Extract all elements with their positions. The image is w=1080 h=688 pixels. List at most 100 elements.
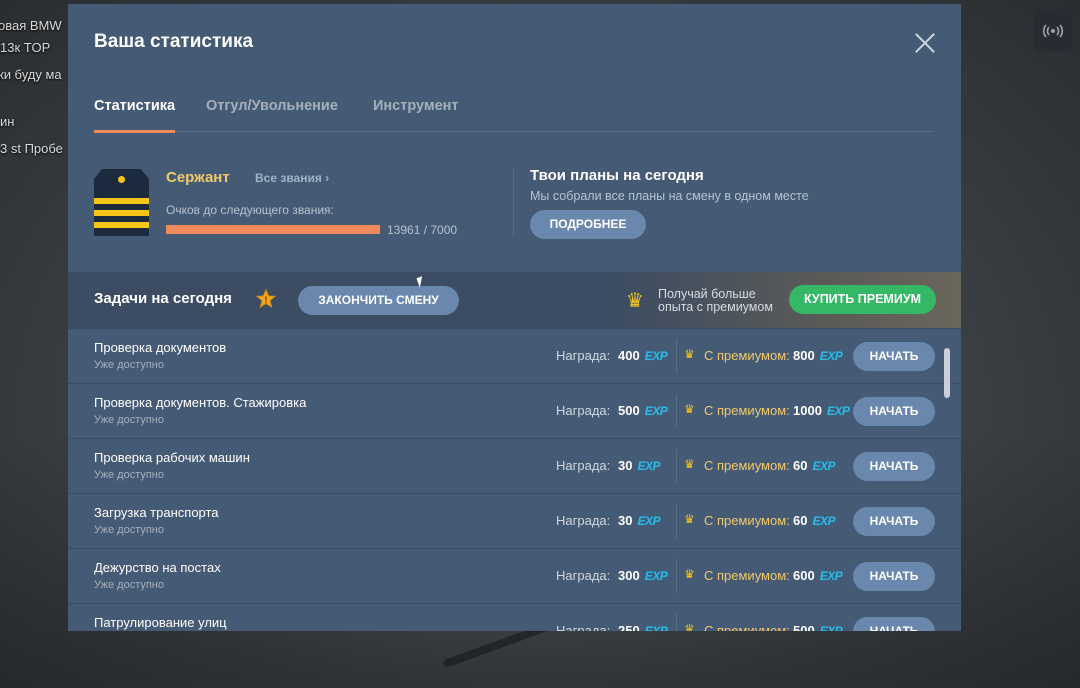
start-task-button[interactable]: НАЧАТЬ	[853, 452, 935, 481]
points-label: Очков до следующего звания:	[166, 203, 334, 217]
buy-premium-button[interactable]: КУПИТЬ ПРЕМИУМ	[789, 285, 936, 314]
tasks-header: Задачи на сегодня ! ЗАКОНЧИТЬ СМЕНУ ♛ По…	[68, 272, 961, 328]
reward-value: 30 EXP	[618, 513, 660, 528]
reward-label: Награда:	[556, 568, 611, 583]
premium-amount: 600	[793, 568, 815, 583]
tasks-title: Задачи на сегодня	[94, 290, 232, 307]
start-task-button[interactable]: НАЧАТЬ	[853, 342, 935, 371]
exp-icon: EXP	[644, 624, 668, 631]
exp-icon: EXP	[819, 569, 843, 583]
close-icon[interactable]	[914, 32, 936, 54]
plans-title: Твои планы на сегодня	[530, 167, 704, 184]
all-ranks-link[interactable]: Все звания ›	[255, 171, 329, 185]
details-button[interactable]: ПОДРОБНЕЕ	[530, 210, 646, 239]
reward-value: 250 EXP	[618, 623, 668, 631]
task-row: Проверка документов Уже доступно Награда: 4…	[68, 328, 961, 383]
premium-amount: 800	[793, 348, 815, 363]
reward-amount: 30	[618, 458, 633, 473]
start-task-button[interactable]: НАЧАТЬ	[853, 507, 935, 536]
chat-line: 13к TOP	[0, 40, 51, 55]
task-row: Проверка документов. Стажировка Уже досту…	[68, 383, 961, 438]
crown-icon: ♛	[684, 457, 695, 471]
row-divider	[676, 504, 677, 538]
task-name: Загрузка транспорта	[94, 505, 219, 520]
task-row: Дежурство на постах Уже доступно Награда: 3…	[68, 548, 961, 603]
premium-amount: 500	[793, 623, 815, 631]
reward-amount: 30	[618, 513, 633, 528]
chat-line: 3 st Пробе	[0, 141, 63, 156]
exp-icon: EXP	[644, 349, 668, 363]
premium-label: С премиумом:	[704, 623, 790, 631]
crown-icon: ♛	[684, 512, 695, 526]
premium-value: 800 EXP	[793, 348, 843, 363]
row-divider	[676, 614, 677, 631]
premium-label: С премиумом:	[704, 458, 790, 473]
task-row: Загрузка транспорта Уже доступно Награда: 3…	[68, 493, 961, 548]
reward-amount: 300	[618, 568, 640, 583]
exp-icon: EXP	[819, 349, 843, 363]
row-divider	[676, 449, 677, 483]
task-name: Проверка документов. Стажировка	[94, 395, 307, 410]
rank-progress-text: 13961 / 7000	[387, 223, 458, 237]
exp-icon: EXP	[812, 514, 835, 528]
exp-icon: EXP	[826, 404, 850, 418]
task-row: Проверка рабочих машин Уже доступно Наград…	[68, 438, 961, 493]
chat-line: ки буду ма	[0, 67, 62, 82]
premium-label: С премиумом:	[704, 568, 790, 583]
start-task-button[interactable]: НАЧАТЬ	[853, 397, 935, 426]
reward-amount: 500	[618, 403, 640, 418]
reward-value: 30 EXP	[618, 458, 660, 473]
premium-value: 1000 EXP	[793, 403, 850, 418]
svg-text:!: !	[265, 295, 268, 305]
crown-icon: ♛	[684, 622, 695, 631]
chat-line: овая BMW	[0, 18, 62, 33]
tab-tools[interactable]: Инструмент	[373, 98, 459, 132]
premium-amount: 1000	[793, 403, 822, 418]
reward-label: Награда:	[556, 458, 611, 473]
tab-statistics[interactable]: Статистика	[94, 98, 176, 133]
exp-icon: EXP	[644, 569, 668, 583]
reward-label: Награда:	[556, 403, 611, 418]
exp-icon: EXP	[819, 624, 843, 631]
crown-icon: ♛	[626, 290, 644, 312]
task-row: Патрулирование улицУже доступноНаграда:2…	[68, 603, 961, 631]
exp-icon: EXP	[812, 459, 835, 473]
modal-title: Ваша статистика	[94, 31, 254, 52]
tab-bar: Статистика Отгул/Увольнение Инструмент	[94, 98, 934, 133]
task-list-scrollbar[interactable]	[944, 348, 950, 398]
start-task-button[interactable]: НАЧАТЬ	[853, 617, 935, 631]
premium-amount: 60	[793, 513, 808, 528]
premium-value: 600 EXP	[793, 568, 843, 583]
rank-progress-fill	[166, 225, 380, 234]
premium-label: С премиумом:	[704, 403, 790, 418]
row-divider	[676, 559, 677, 593]
task-name: Патрулирование улиц	[94, 615, 227, 630]
row-divider	[676, 339, 677, 373]
broadcast-icon[interactable]	[1034, 10, 1072, 52]
premium-amount: 60	[793, 458, 808, 473]
reward-label: Награда:	[556, 623, 611, 631]
epaulet-icon	[94, 169, 149, 236]
background-chat: овая BMW 13к TOP ки буду ма ин 3 st Проб…	[0, 0, 70, 688]
star-badge-icon: !	[255, 288, 277, 309]
reward-value: 500 EXP	[618, 403, 668, 418]
task-status: Уже доступно	[94, 579, 165, 591]
promo-line: опыта с премиумом	[658, 300, 773, 314]
reward-value: 400 EXP	[618, 348, 668, 363]
task-name: Проверка рабочих машин	[94, 450, 250, 465]
premium-label: С премиумом:	[704, 348, 790, 363]
task-name: Дежурство на постах	[94, 560, 221, 575]
reward-label: Награда:	[556, 513, 611, 528]
tab-leave[interactable]: Отгул/Увольнение	[206, 98, 338, 132]
premium-value: 60 EXP	[793, 458, 835, 473]
premium-promo-text: Получай больше опыта с премиумом	[658, 288, 773, 314]
start-task-button[interactable]: НАЧАТЬ	[853, 562, 935, 591]
finish-shift-button[interactable]: ЗАКОНЧИТЬ СМЕНУ	[298, 286, 459, 315]
task-name: Проверка документов	[94, 340, 227, 355]
task-status: Уже доступно	[94, 414, 165, 426]
task-list: Проверка документов Уже доступно Награда: 4…	[68, 328, 961, 631]
premium-value: 60 EXP	[793, 513, 835, 528]
exp-icon: EXP	[644, 404, 668, 418]
task-status: Уже доступно	[94, 469, 165, 481]
crown-icon: ♛	[684, 402, 695, 416]
